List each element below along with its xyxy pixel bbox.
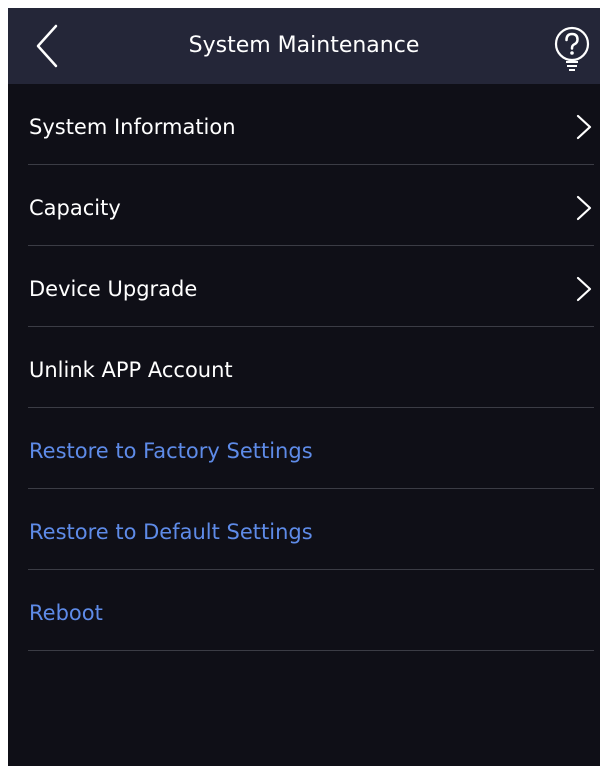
header-bar: System Maintenance [8, 8, 600, 84]
menu-item-label: Capacity [29, 196, 121, 220]
menu-item-restore-default-settings[interactable]: Restore to Default Settings [28, 489, 594, 570]
chevron-right-icon [576, 195, 592, 221]
menu-item-system-information[interactable]: System Information [28, 84, 594, 165]
menu-item-label: Restore to Factory Settings [29, 439, 313, 463]
maintenance-menu-list: System Information Capacity Device Upgra… [8, 84, 600, 651]
page-title: System Maintenance [188, 33, 420, 58]
menu-item-label: Unlink APP Account [29, 358, 233, 382]
chevron-left-icon [36, 24, 58, 68]
question-bulb-icon [554, 26, 590, 71]
menu-item-unlink-app-account[interactable]: Unlink APP Account [28, 327, 594, 408]
menu-item-label: Device Upgrade [29, 277, 198, 301]
chevron-right-icon [576, 114, 592, 140]
menu-item-capacity[interactable]: Capacity [28, 165, 594, 246]
back-button[interactable] [18, 18, 78, 74]
menu-item-label: System Information [29, 115, 236, 139]
menu-item-label: Restore to Default Settings [29, 520, 313, 544]
menu-item-restore-factory-settings[interactable]: Restore to Factory Settings [28, 408, 594, 489]
help-button[interactable] [553, 24, 595, 72]
menu-item-label: Reboot [29, 601, 103, 625]
chevron-right-icon [576, 276, 592, 302]
system-maintenance-screen: System Maintenance System Information Ca… [8, 8, 600, 766]
menu-item-reboot[interactable]: Reboot [28, 570, 594, 651]
menu-item-device-upgrade[interactable]: Device Upgrade [28, 246, 594, 327]
